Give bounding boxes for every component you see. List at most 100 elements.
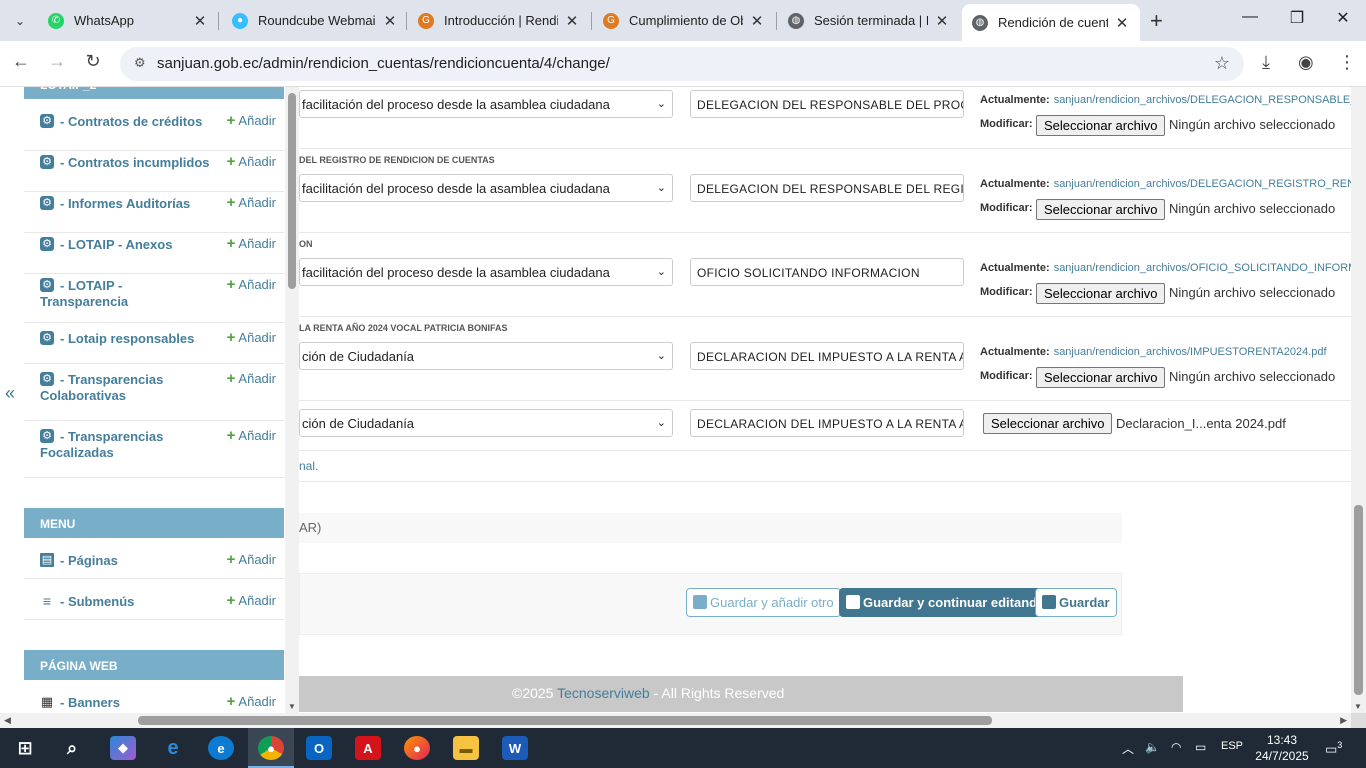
add-button[interactable]: + Añadir	[227, 693, 276, 710]
menu-kebab-icon[interactable]: ⋮	[1338, 52, 1356, 73]
document-name-input[interactable]: OFICIO SOLICITANDO INFORMACION	[690, 258, 964, 286]
acrobat-icon[interactable]: A	[355, 736, 381, 760]
edge-icon[interactable]: e	[208, 736, 234, 760]
new-tab-icon[interactable]: +	[1150, 8, 1163, 34]
tab-cumplimiento[interactable]: G Cumplimiento de Ob ✕	[593, 4, 775, 37]
add-button[interactable]: + Añadir	[227, 427, 276, 444]
current-file-link[interactable]: sanjuan/rendicion_archivos/DELEGACION_RE…	[1054, 94, 1351, 106]
add-button[interactable]: + Añadir	[227, 235, 276, 252]
add-button[interactable]: + Añadir	[227, 370, 276, 387]
volume-icon[interactable]: 🔈	[1145, 740, 1160, 754]
outlook-icon[interactable]: O	[306, 736, 332, 760]
scroll-down-icon[interactable]: ▼	[1354, 702, 1362, 711]
main-scrollbar[interactable]: ▼	[1351, 87, 1366, 713]
category-select[interactable]: ción de Ciudadanía ⌄	[299, 409, 673, 437]
copilot-icon[interactable]: ◆	[110, 736, 136, 760]
sidebar-link[interactable]: ⚙ - Transparencias Colaborativas	[40, 372, 180, 404]
chrome-icon[interactable]: ●	[258, 736, 284, 760]
word-icon[interactable]: W	[502, 736, 528, 760]
save-continue-button[interactable]: Guardar y continuar editando	[839, 588, 1053, 617]
notifications-icon[interactable]: ▭3	[1325, 740, 1342, 757]
sidebar-link[interactable]: ⚙ - Transparencias Focalizadas	[40, 429, 180, 461]
close-icon[interactable]: ✕	[749, 12, 765, 30]
sidebar-link[interactable]: ⚙ - LOTAIP - Anexos	[40, 237, 220, 253]
close-icon[interactable]: ✕	[934, 12, 950, 30]
wifi-icon[interactable]: ◠	[1171, 740, 1181, 754]
sidebar-link[interactable]: ⚙ - Contratos incumplidos	[40, 155, 220, 171]
scrollbar-thumb[interactable]	[138, 716, 992, 725]
close-icon[interactable]: ✕	[382, 12, 398, 30]
language-indicator[interactable]: ESP	[1221, 740, 1243, 752]
bookmark-star-icon[interactable]: ☆	[1214, 53, 1230, 74]
firefox-icon[interactable]: ●	[404, 736, 430, 760]
site-settings-icon[interactable]: ⚙	[134, 55, 146, 71]
close-icon[interactable]: ✕	[192, 12, 208, 30]
profile-icon[interactable]: ◉	[1298, 52, 1314, 73]
add-button[interactable]: + Añadir	[227, 112, 276, 129]
close-icon[interactable]: ✕	[564, 12, 580, 30]
choose-file-button[interactable]: Seleccionar archivo	[1036, 283, 1166, 304]
add-button[interactable]: + Añadir	[227, 551, 276, 568]
add-button[interactable]: + Añadir	[227, 153, 276, 170]
sidebar-link[interactable]: ▦ - Banners	[40, 695, 220, 711]
tray-chevron-up-icon[interactable]: ︿	[1122, 740, 1134, 757]
scrollbar-thumb[interactable]	[288, 93, 296, 289]
tab-roundcube[interactable]: ● Roundcube Webmail ✕	[222, 4, 408, 37]
system-clock[interactable]: 13:43 24/7/2025	[1252, 732, 1312, 764]
search-icon[interactable]: ⌕	[59, 736, 85, 760]
battery-icon[interactable]: ▭	[1195, 740, 1206, 754]
scroll-down-icon[interactable]: ▼	[288, 702, 296, 711]
choose-file-button[interactable]: Seleccionar archivo	[1036, 199, 1166, 220]
tab-search-icon[interactable]: ⌄	[6, 7, 34, 35]
horizontal-scrollbar[interactable]: ◀ ▶	[0, 713, 1351, 728]
category-select[interactable]: facilitación del proceso desde la asambl…	[299, 258, 673, 286]
internet-explorer-icon[interactable]: e	[160, 736, 186, 760]
category-select[interactable]: facilitación del proceso desde la asambl…	[299, 90, 673, 118]
url-omnibox[interactable]: ⚙ sanjuan.gob.ec/admin/rendicion_cuentas…	[120, 47, 1244, 81]
current-file-link[interactable]: sanjuan/rendicion_archivos/DELEGACION_RE…	[1054, 178, 1351, 190]
choose-file-button[interactable]: Seleccionar archivo	[1036, 367, 1166, 388]
tab-sesion-terminada[interactable]: ◍ Sesión terminada | In ✕	[778, 4, 960, 37]
add-button[interactable]: + Añadir	[227, 329, 276, 346]
category-select[interactable]: ción de Ciudadanía ⌄	[299, 342, 673, 370]
choose-file-button[interactable]: Seleccionar archivo	[983, 413, 1113, 434]
windows-start-icon[interactable]: ⊞	[12, 736, 38, 760]
sidebar-link[interactable]: ⚙ - Informes Auditorías	[40, 196, 220, 212]
sidebar-collapse-strip[interactable]: «	[0, 87, 24, 713]
reload-icon[interactable]: ↻	[80, 51, 106, 72]
sidebar-link[interactable]: ▤ - Páginas	[40, 553, 220, 569]
add-button[interactable]: + Añadir	[227, 276, 276, 293]
sidebar-link[interactable]: ⚙ - Lotaip responsables	[40, 331, 220, 347]
save-button[interactable]: Guardar	[1035, 588, 1117, 617]
current-file-link[interactable]: sanjuan/rendicion_archivos/OFICIO_SOLICI…	[1054, 262, 1351, 274]
sidebar-link[interactable]: ≡ - Submenús	[40, 594, 220, 610]
back-icon[interactable]: ←	[8, 51, 34, 72]
scroll-left-icon[interactable]: ◀	[4, 715, 11, 726]
download-icon[interactable]: ⤓	[1262, 52, 1270, 73]
minimize-icon[interactable]: —	[1235, 8, 1265, 26]
choose-file-button[interactable]: Seleccionar archivo	[1036, 115, 1166, 136]
scroll-right-icon[interactable]: ▶	[1340, 715, 1347, 726]
document-name-input[interactable]: DECLARACION DEL IMPUESTO A LA RENTA AÑO …	[690, 342, 964, 370]
close-icon[interactable]: ✕	[1114, 14, 1130, 32]
tab-rendicion-cuentas[interactable]: ◍ Rendición de cuentas ✕	[962, 4, 1140, 41]
current-file-link[interactable]: sanjuan/rendicion_archivos/IMPUESTORENTA…	[1054, 346, 1327, 358]
window-close-icon[interactable]: ✕	[1328, 8, 1358, 28]
category-select[interactable]: facilitación del proceso desde la asambl…	[299, 174, 673, 202]
forward-icon[interactable]: →	[44, 51, 70, 72]
sidebar-link[interactable]: ⚙ - Contratos de créditos	[40, 114, 220, 130]
footer-brand-link[interactable]: Tecnoserviweb	[557, 685, 650, 701]
tab-introduccion[interactable]: G Introducción | Rendic ✕	[408, 4, 590, 37]
save-add-another-button[interactable]: Guardar y añadir otro	[686, 588, 841, 617]
document-name-input[interactable]: DELEGACION DEL RESPONSABLE DEL REGISTRO	[690, 174, 964, 202]
document-name-input[interactable]: DELEGACION DEL RESPONSABLE DEL PROCESO	[690, 90, 964, 118]
restore-icon[interactable]: ❐	[1282, 8, 1312, 28]
add-button[interactable]: + Añadir	[227, 592, 276, 609]
tab-whatsapp[interactable]: ✆ WhatsApp ✕	[38, 4, 218, 37]
sidebar-link[interactable]: ⚙ - LOTAIP - Transparencia	[40, 278, 150, 310]
file-explorer-icon[interactable]: ▬	[453, 736, 479, 760]
scrollbar-thumb[interactable]	[1354, 505, 1363, 695]
add-button[interactable]: + Añadir	[227, 194, 276, 211]
collapse-sidebar-icon[interactable]: «	[5, 383, 15, 404]
document-name-input[interactable]: DECLARACION DEL IMPUESTO A LA RENTA AÑO …	[690, 409, 964, 437]
